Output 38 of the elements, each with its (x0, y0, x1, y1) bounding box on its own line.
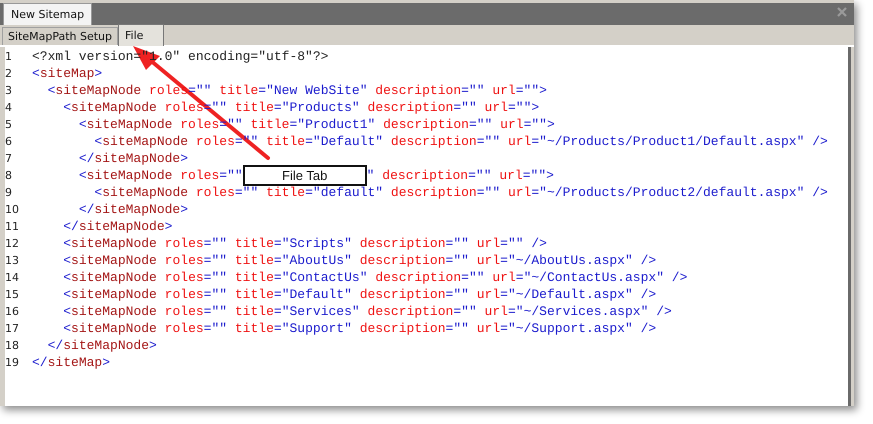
line-number: 14 (5, 271, 20, 284)
code-text: <siteMapNode roles="" title="Support" description="" url="~/Support.aspx" /> (63, 321, 656, 336)
line-number: 8 (5, 169, 13, 182)
line-number: 4 (5, 101, 13, 114)
line-number: 9 (5, 186, 13, 199)
code-text: </siteMapNode> (48, 338, 157, 353)
code-text: <siteMapNode roles="" title="Default" description="" url="~/Default.aspx" /> (63, 287, 656, 302)
line-number: 19 (5, 356, 20, 369)
tab[interactable]: SiteMapPath Setup (2, 27, 118, 45)
line-number: 15 (5, 288, 20, 301)
line-number: 10 (5, 203, 20, 216)
line-number: 11 (5, 220, 20, 233)
callout-box: File Tab (242, 165, 367, 186)
line-number: 18 (5, 339, 20, 352)
code-text: <siteMapNode roles="" title="ContactUs" description="" url="~/ContactUs.aspx" /> (63, 270, 688, 285)
code-text: </siteMap> (32, 355, 110, 370)
line-number: 12 (5, 237, 20, 250)
code-text: </siteMapNode> (63, 219, 172, 234)
line-number: 17 (5, 322, 20, 335)
code-text: <siteMapNode roles="" title="Services" description="" url="~/Services.aspx" /> (63, 304, 672, 319)
line-number: 7 (5, 152, 13, 165)
code-text: <siteMapNode roles="" title="default" description="" url="~/Products/Product2/default.aspx" /> (94, 185, 828, 200)
window-title[interactable]: New Sitemap (3, 3, 92, 25)
code-text: </siteMapNode> (78, 151, 188, 166)
line-number: 3 (5, 84, 13, 97)
line-number: 2 (5, 67, 13, 80)
tab[interactable]: File (118, 24, 164, 46)
code-text: <siteMapNode roles="" (78, 168, 243, 183)
code-text: </siteMapNode> (78, 202, 188, 217)
line-number: 13 (5, 254, 20, 267)
line-number: 5 (5, 118, 13, 131)
line-number: 1 (5, 50, 13, 63)
code-text: <siteMapNode roles="" title="AboutUs" description="" url="~/AboutUs.aspx" /> (63, 253, 656, 268)
code-text: <siteMap> (32, 66, 102, 81)
line-number: 6 (5, 135, 13, 148)
code-text: <siteMapNode roles="" title="Scripts" description="" url="" /> (63, 236, 547, 251)
line-number: 16 (5, 305, 20, 318)
code-text: " description="" url=""> (366, 168, 554, 183)
